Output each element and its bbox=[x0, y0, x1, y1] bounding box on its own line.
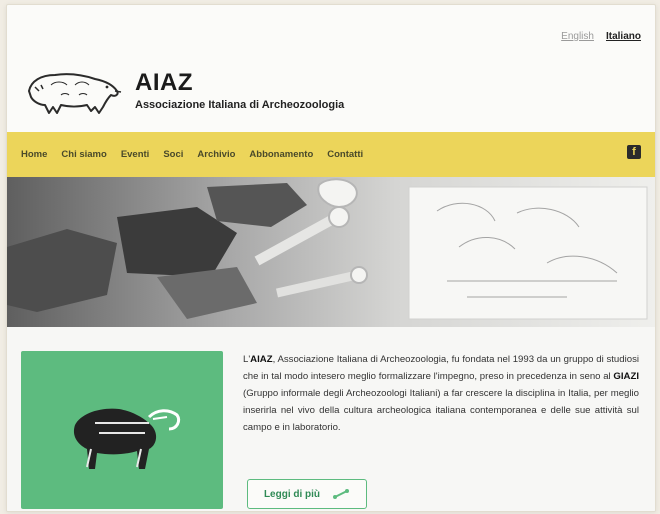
facebook-icon[interactable]: f bbox=[627, 145, 641, 159]
intro-aiaz: AIAZ bbox=[250, 354, 273, 365]
lang-italiano-link[interactable]: Italiano bbox=[606, 31, 641, 42]
browser-page: English Italiano AIAZ Associazione Itali… bbox=[6, 4, 656, 512]
intro-text-3: (Gruppo informale degli Archeozoologi It… bbox=[243, 388, 639, 433]
intro-paragraph: L'AIAZ, Associazione Italiana di Archeoz… bbox=[243, 351, 639, 436]
nav-soci[interactable]: Soci bbox=[163, 149, 183, 160]
language-switcher: English Italiano bbox=[561, 31, 641, 42]
site-header: AIAZ Associazione Italiana di Archeozool… bbox=[21, 61, 344, 119]
bone-icon bbox=[333, 489, 350, 499]
hero-image bbox=[7, 177, 655, 327]
nav-chi-siamo[interactable]: Chi siamo bbox=[61, 149, 106, 160]
read-more-button[interactable]: Leggi di più bbox=[247, 479, 367, 509]
intro-text-2: , Associazione Italiana di Archeozoologi… bbox=[243, 354, 639, 382]
intro-section: L'AIAZ, Associazione Italiana di Archeoz… bbox=[7, 327, 655, 511]
skeleton-illustration bbox=[73, 408, 181, 469]
boar-logo[interactable] bbox=[21, 61, 125, 119]
nav-archivio[interactable]: Archivio bbox=[197, 149, 235, 160]
intro-giazi: GIAZI bbox=[613, 371, 639, 382]
nav-eventi[interactable]: Eventi bbox=[121, 149, 150, 160]
main-nav: Home Chi siamo Eventi Soci Archivio Abbo… bbox=[7, 132, 655, 177]
read-more-label: Leggi di più bbox=[263, 488, 321, 500]
site-title: AIAZ bbox=[135, 69, 193, 96]
nav-contatti[interactable]: Contatti bbox=[327, 149, 363, 160]
animal-skeleton-image bbox=[21, 351, 223, 509]
nav-home[interactable]: Home bbox=[21, 149, 47, 160]
lang-english-link[interactable]: English bbox=[561, 31, 594, 42]
site-subtitle: Associazione Italiana di Archeozoologia bbox=[135, 99, 345, 111]
nav-abbonamento[interactable]: Abbonamento bbox=[249, 149, 313, 160]
bones-photo bbox=[7, 177, 655, 327]
